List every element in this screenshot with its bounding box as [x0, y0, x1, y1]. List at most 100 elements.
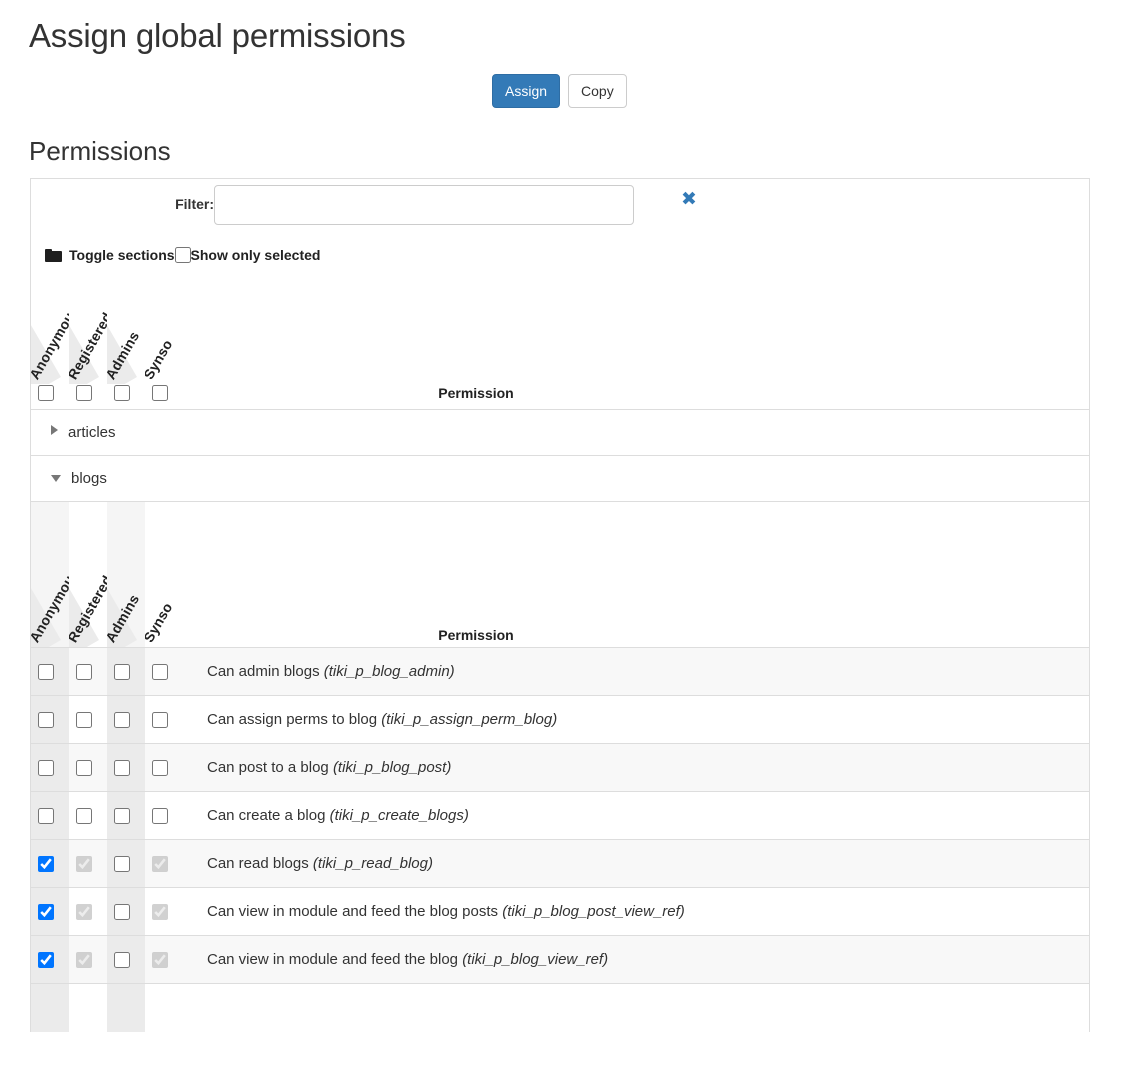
- triangle-right-icon[interactable]: [51, 425, 58, 436]
- permission-column-header: Permission: [438, 385, 514, 402]
- perm-label: Can read blogs: [207, 854, 309, 872]
- sections-table: articles blogs Anonymous Registered Admi…: [31, 409, 1089, 1032]
- rot-cell-permission-header: Permission: [183, 502, 1089, 648]
- perm-cell-registered: [69, 839, 107, 888]
- select-all-checkbox-registered[interactable]: [76, 385, 92, 402]
- perm-checkbox-admins[interactable]: [114, 808, 130, 825]
- select-all-cell-anonymous: [31, 384, 69, 409]
- section-row-articles[interactable]: articles: [31, 409, 1089, 456]
- perm-checkbox-synso: [152, 904, 168, 921]
- select-all-checkbox-admins[interactable]: [114, 385, 130, 402]
- folder-icon: [45, 248, 62, 262]
- perm-checkbox-admins[interactable]: [114, 856, 130, 873]
- show-only-selected-checkbox[interactable]: [174, 247, 191, 263]
- perm-checkbox-registered[interactable]: [76, 664, 92, 681]
- assign-button[interactable]: Assign: [492, 74, 561, 108]
- perm-label-cell: Can admin blogs (tiki_p_blog_admin): [183, 647, 1089, 696]
- perm-checkbox-admins[interactable]: [114, 904, 130, 921]
- select-all-cell-registered: [69, 384, 107, 409]
- perm-cell-admins: [107, 983, 145, 1032]
- perm-checkbox-registered: [76, 952, 92, 969]
- filter-input[interactable]: [214, 185, 634, 225]
- perm-checkbox-registered[interactable]: [76, 712, 92, 729]
- perm-checkbox-synso: [152, 856, 168, 873]
- clear-filter-icon[interactable]: ✖: [674, 185, 704, 215]
- perm-cell-anonymous: [31, 983, 69, 1032]
- perm-cell-anonymous: [31, 743, 69, 792]
- rot-cell-synso: Synso: [145, 274, 183, 384]
- rot-cell-synso: Synso: [145, 502, 183, 648]
- perm-label: Can post to a blog: [207, 758, 329, 776]
- perm-cell-admins: [107, 839, 145, 888]
- global-select-all-row: Permission: [31, 384, 1089, 409]
- section-cell-blogs[interactable]: blogs: [31, 455, 1089, 502]
- perm-cell-registered: [69, 791, 107, 840]
- page-title: Assign global permissions: [29, 17, 406, 54]
- perm-checkbox-admins[interactable]: [114, 760, 130, 777]
- global-header-table: Anonymous Registered Admins Synso Permis…: [31, 274, 1089, 409]
- filter-label: Filter:: [175, 196, 214, 212]
- perm-cell-registered: [69, 983, 107, 1032]
- perm-checkbox-anonymous[interactable]: [38, 808, 54, 825]
- select-all-cell-admins: [107, 384, 145, 409]
- global-rotated-header-row: Anonymous Registered Admins Synso: [31, 274, 1089, 384]
- triangle-down-icon[interactable]: [51, 475, 61, 483]
- perm-checkbox-anonymous[interactable]: [38, 952, 54, 969]
- perm-cell-admins: [107, 887, 145, 936]
- perm-label: Can admin blogs: [207, 662, 320, 680]
- perm-checkbox-anonymous[interactable]: [38, 760, 54, 777]
- perm-checkbox-synso[interactable]: [152, 808, 168, 825]
- perm-code: (tiki_p_create_blogs): [329, 806, 469, 824]
- show-only-selected-label[interactable]: Show only selected: [191, 247, 321, 263]
- perm-cell-admins: [107, 695, 145, 744]
- table-row: Can view in module and feed the blog pos…: [31, 887, 1089, 936]
- select-all-checkbox-anonymous[interactable]: [38, 385, 54, 402]
- group-header-synso: Synso: [145, 600, 176, 646]
- perm-label-cell: Can assign perms to blog (tiki_p_assign_…: [183, 695, 1089, 744]
- perm-code: (tiki_p_assign_perm_blog): [381, 710, 558, 728]
- perm-cell-anonymous: [31, 887, 69, 936]
- perm-checkbox-admins[interactable]: [114, 664, 130, 681]
- section-label-blogs: blogs: [71, 470, 107, 488]
- perm-cell-anonymous: [31, 935, 69, 984]
- group-header-synso: Synso: [145, 336, 176, 382]
- section-row-blogs[interactable]: blogs: [31, 455, 1089, 502]
- perm-checkbox-admins[interactable]: [114, 952, 130, 969]
- perm-checkbox-anonymous[interactable]: [38, 712, 54, 729]
- table-row-partial: [31, 983, 1089, 1032]
- permissions-page: Assign global permissions Assign Copy Pe…: [0, 0, 1129, 1073]
- rot-cell-anonymous: Anonymous: [31, 274, 69, 384]
- perm-checkbox-anonymous[interactable]: [38, 904, 54, 921]
- rot-cell-admins: Admins: [107, 274, 145, 384]
- perm-label: Can assign perms to blog: [207, 710, 378, 728]
- toggle-sections-button[interactable]: Toggle sections: [69, 247, 175, 263]
- perm-cell-registered: [69, 695, 107, 744]
- perm-cell-synso: [145, 647, 183, 696]
- section-cell-articles[interactable]: articles: [31, 409, 1089, 456]
- perm-label-cell: [183, 983, 1089, 1032]
- perm-cell-registered: [69, 887, 107, 936]
- perm-checkbox-synso[interactable]: [152, 760, 168, 777]
- perm-checkbox-synso: [152, 952, 168, 969]
- perm-checkbox-synso[interactable]: [152, 712, 168, 729]
- perm-checkbox-admins[interactable]: [114, 712, 130, 729]
- rot-cell-anonymous: Anonymous: [31, 502, 69, 648]
- perm-cell-admins: [107, 935, 145, 984]
- perm-label: Can view in module and feed the blog: [207, 950, 459, 968]
- table-row: Can read blogs (tiki_p_read_blog): [31, 839, 1089, 888]
- perm-cell-anonymous: [31, 647, 69, 696]
- toggle-row: Toggle sections Show only selected: [31, 236, 1089, 274]
- perm-checkbox-registered[interactable]: [76, 760, 92, 777]
- perm-checkbox-anonymous[interactable]: [38, 664, 54, 681]
- perm-checkbox-anonymous[interactable]: [38, 856, 54, 873]
- perm-code: (tiki_p_read_blog): [312, 854, 433, 872]
- perm-label-cell: Can create a blog (tiki_p_create_blogs): [183, 791, 1089, 840]
- perm-cell-anonymous: [31, 695, 69, 744]
- copy-button[interactable]: Copy: [568, 74, 627, 108]
- perm-checkbox-registered[interactable]: [76, 808, 92, 825]
- perm-label-cell: Can read blogs (tiki_p_read_blog): [183, 839, 1089, 888]
- perm-checkbox-synso[interactable]: [152, 664, 168, 681]
- select-all-checkbox-synso[interactable]: [152, 385, 168, 402]
- perm-cell-synso: [145, 695, 183, 744]
- perm-checkbox-registered: [76, 856, 92, 873]
